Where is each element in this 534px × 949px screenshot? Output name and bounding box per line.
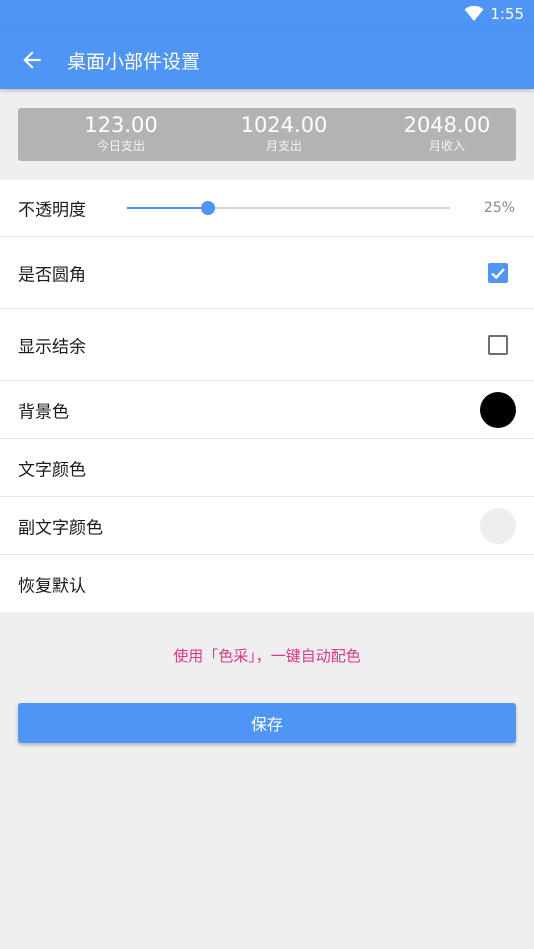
subtext-color-label: 副文字颜色 <box>18 518 103 538</box>
stat-label: 月支出 <box>265 139 302 153</box>
opacity-slider[interactable] <box>127 201 450 215</box>
rounded-corners-label: 是否圆角 <box>18 265 86 285</box>
rounded-corners-row[interactable]: 是否圆角 <box>0 237 534 309</box>
check-icon <box>491 267 505 279</box>
wifi-icon <box>464 6 484 21</box>
stat-value: 1024.00 <box>240 113 328 137</box>
status-time: 1:55 <box>490 5 524 23</box>
reset-label: 恢复默认 <box>18 576 86 596</box>
settings-list: 不透明度 25% 是否圆角 显示结余 背景色 文字颜色 副文字颜色 恢复默认 <box>0 180 534 612</box>
status-bar: 1:55 <box>0 0 534 30</box>
stat-today-expense: 123.00 今日支出 <box>41 113 201 154</box>
opacity-row: 不透明度 25% <box>0 180 534 237</box>
stat-month-expense: 1024.00 月支出 <box>204 113 364 154</box>
show-balance-row[interactable]: 显示结余 <box>0 309 534 381</box>
widget-preview: 123.00 今日支出 1024.00 月支出 2048.00 月收入 <box>18 108 516 161</box>
stat-month-income: 2048.00 月收入 <box>367 113 527 154</box>
background-color-swatch[interactable] <box>480 391 516 428</box>
stat-value: 2048.00 <box>403 113 491 137</box>
text-color-row[interactable]: 文字颜色 <box>0 439 534 497</box>
subtext-color-swatch[interactable] <box>480 507 516 544</box>
rounded-corners-checkbox[interactable] <box>488 262 508 283</box>
opacity-value: 25% <box>483 200 515 216</box>
reset-row[interactable]: 恢复默认 <box>0 555 534 612</box>
background-color-label: 背景色 <box>18 402 69 422</box>
save-button[interactable]: 保存 <box>18 703 516 743</box>
background-color-row[interactable]: 背景色 <box>0 381 534 439</box>
auto-color-link[interactable]: 使用「色采」，一键自动配色 <box>0 645 534 666</box>
show-balance-label: 显示结余 <box>18 337 86 357</box>
stat-label: 今日支出 <box>96 139 145 153</box>
text-color-label: 文字颜色 <box>18 460 86 480</box>
show-balance-checkbox[interactable] <box>488 334 508 355</box>
stat-label: 月收入 <box>428 139 465 153</box>
page-title: 桌面小部件设置 <box>67 51 201 73</box>
opacity-label: 不透明度 <box>18 200 86 221</box>
slider-fill <box>127 207 208 209</box>
text-color-swatch[interactable] <box>480 449 516 486</box>
subtext-color-row[interactable]: 副文字颜色 <box>0 497 534 555</box>
arrow-back-icon[interactable] <box>19 47 45 73</box>
stat-value: 123.00 <box>84 113 158 137</box>
app-bar: 桌面小部件设置 <box>0 30 534 89</box>
slider-thumb[interactable] <box>200 201 215 215</box>
